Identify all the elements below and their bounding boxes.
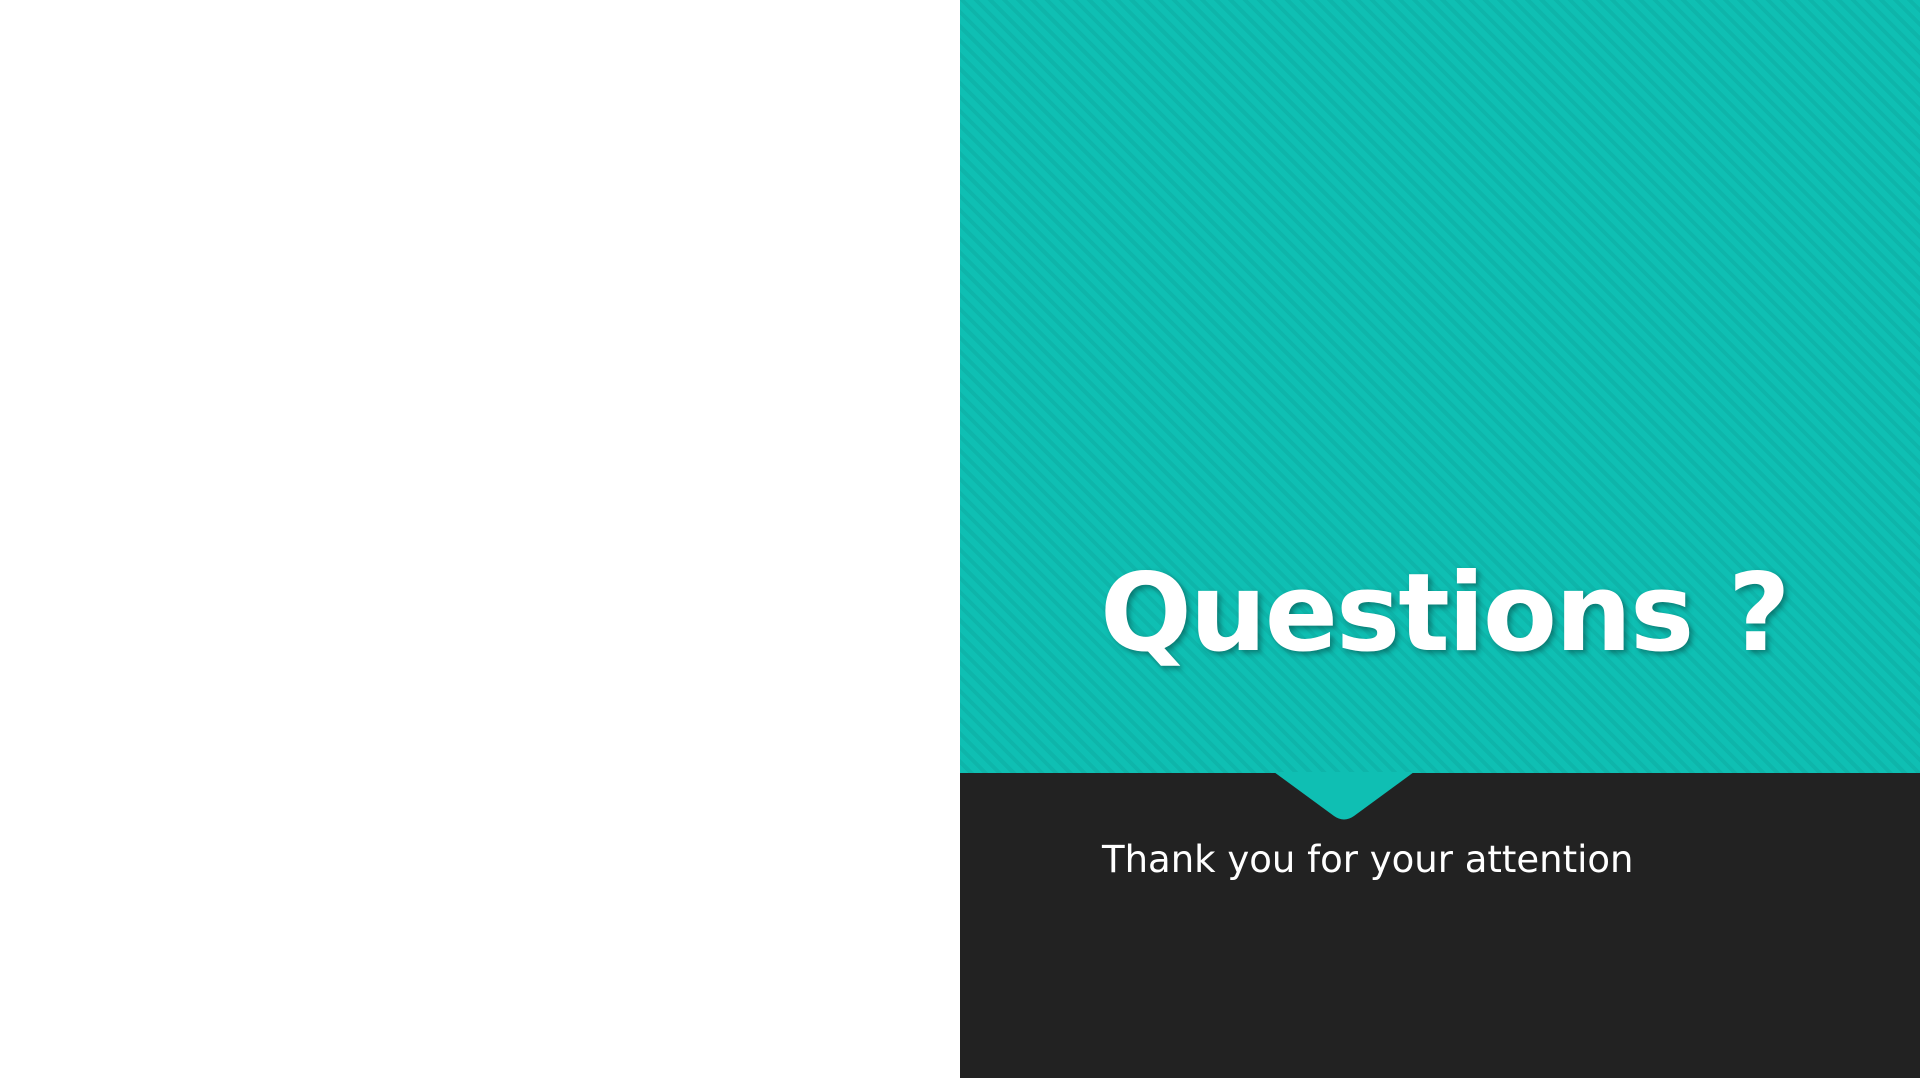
- slide-title: Questions ?: [1100, 551, 1791, 676]
- blank-left-panel: [0, 0, 960, 1080]
- content-panel: Questions ? Thank you for your attention: [960, 0, 1920, 1080]
- slide-subtitle: Thank you for your attention: [1102, 838, 1634, 881]
- subtitle-band: [960, 773, 1920, 1080]
- slide: Questions ? Thank you for your attention: [0, 0, 1920, 1080]
- pointer-notch: [1274, 772, 1414, 820]
